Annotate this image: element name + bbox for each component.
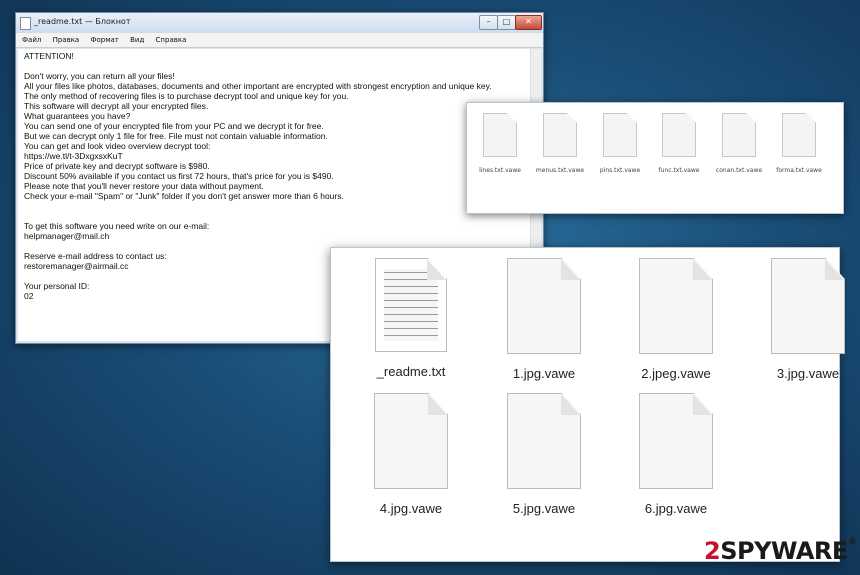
file-item[interactable]: 5.jpg.vawe bbox=[489, 393, 599, 516]
file-item[interactable]: func.txt.vawe bbox=[650, 113, 708, 174]
file-name: 6.jpg.vawe bbox=[644, 501, 708, 516]
text-line: Discount 50% available if you contact us… bbox=[24, 171, 334, 181]
file-item[interactable]: forma.txt.vawe bbox=[770, 113, 828, 174]
text-line: You can get and look video overview decr… bbox=[24, 141, 211, 151]
encrypted-files-panel-large: _readme.txt 1.jpg.vawe 2.jpeg.vawe 3.jpg… bbox=[330, 247, 845, 562]
file-name: forma.txt.vawe bbox=[776, 167, 822, 174]
text-line: You can send one of your encrypted file … bbox=[24, 121, 324, 131]
file-item[interactable]: 3.jpg.vawe bbox=[753, 258, 860, 381]
text-line: Don't worry, you can return all your fil… bbox=[24, 71, 175, 81]
menu-file[interactable]: Файл bbox=[22, 36, 41, 44]
file-name: 3.jpg.vawe bbox=[776, 366, 840, 381]
document-icon bbox=[507, 258, 581, 354]
file-item[interactable]: pins.txt.vawe bbox=[591, 113, 649, 174]
text-line: Check your e-mail "Spam" or "Junk" folde… bbox=[24, 191, 344, 201]
document-icon bbox=[662, 113, 696, 157]
text-line: This software will decrypt all your encr… bbox=[24, 101, 209, 111]
file-item[interactable]: 4.jpg.vawe bbox=[356, 393, 466, 516]
file-item[interactable]: _readme.txt bbox=[356, 258, 466, 379]
file-item[interactable]: menus.txt.vawe bbox=[531, 113, 589, 174]
file-name: pins.txt.vawe bbox=[599, 167, 641, 174]
encrypted-files-panel-small: lines.txt.vawe menus.txt.vawe pins.txt.v… bbox=[466, 102, 844, 214]
menu-view[interactable]: Вид bbox=[130, 36, 144, 44]
file-name: func.txt.vawe bbox=[658, 167, 700, 174]
text-line bbox=[24, 61, 535, 71]
file-name: conan.txt.vawe bbox=[715, 167, 763, 174]
menu-bar: Файл Правка Формат Вид Справка bbox=[16, 33, 543, 48]
document-icon bbox=[639, 393, 713, 489]
document-icon bbox=[374, 393, 448, 489]
file-item[interactable]: conan.txt.vawe bbox=[710, 113, 768, 174]
text-line: https://we.tl/t-3DxgxsxKuT bbox=[24, 151, 123, 161]
registered-mark-icon: ® bbox=[847, 537, 857, 547]
file-item[interactable]: 2.jpeg.vawe bbox=[621, 258, 731, 381]
file-name: menus.txt.vawe bbox=[535, 167, 585, 174]
file-item[interactable]: lines.txt.vawe bbox=[471, 113, 529, 174]
text-line: Please note that you'll never restore yo… bbox=[24, 181, 264, 191]
brand-suffix: E bbox=[831, 537, 848, 565]
menu-help[interactable]: Справка bbox=[156, 36, 187, 44]
text-document-icon bbox=[375, 258, 447, 352]
maximize-button[interactable]: □ bbox=[497, 15, 516, 30]
file-name: 2.jpeg.vawe bbox=[641, 366, 711, 381]
document-icon bbox=[543, 113, 577, 157]
file-name: _readme.txt bbox=[376, 364, 446, 379]
document-icon bbox=[603, 113, 637, 157]
file-item[interactable]: 6.jpg.vawe bbox=[621, 393, 731, 516]
text-line bbox=[24, 211, 535, 221]
text-line: But we can decrypt only 1 file for free.… bbox=[24, 131, 328, 141]
text-line: All your files like photos, databases, d… bbox=[24, 81, 492, 91]
menu-format[interactable]: Формат bbox=[90, 36, 118, 44]
text-line: What guarantees you have? bbox=[24, 111, 131, 121]
text-line bbox=[24, 201, 535, 211]
text-file-icon bbox=[20, 17, 31, 30]
window-title: _readme.txt — Блокнот bbox=[34, 17, 131, 26]
notepad-titlebar[interactable]: _readme.txt — Блокнот – □ ✕ bbox=[16, 13, 543, 33]
minimize-button[interactable]: – bbox=[479, 15, 498, 30]
document-icon bbox=[722, 113, 756, 157]
file-name: 1.jpg.vawe bbox=[512, 366, 576, 381]
brand-prefix: 2 bbox=[704, 537, 721, 565]
brand-watermark: 2SPYWARE® bbox=[704, 537, 857, 565]
document-icon bbox=[639, 258, 713, 354]
text-line: To get this software you need write on o… bbox=[24, 221, 210, 231]
text-line: helpmanager@mail.ch bbox=[24, 231, 110, 241]
file-name: 5.jpg.vawe bbox=[512, 501, 576, 516]
document-icon bbox=[483, 113, 517, 157]
file-name: lines.txt.vawe bbox=[479, 167, 521, 174]
document-icon bbox=[771, 258, 845, 354]
text-line: The only method of recovering files is t… bbox=[24, 91, 349, 101]
document-icon bbox=[507, 393, 581, 489]
close-button[interactable]: ✕ bbox=[515, 15, 542, 30]
menu-edit[interactable]: Правка bbox=[53, 36, 80, 44]
file-item[interactable]: 1.jpg.vawe bbox=[489, 258, 599, 381]
text-line: Price of private key and decrypt softwar… bbox=[24, 161, 210, 171]
document-icon bbox=[782, 113, 816, 157]
file-name: 4.jpg.vawe bbox=[379, 501, 443, 516]
text-line: ATTENTION! bbox=[24, 51, 74, 61]
brand-name: SPYWAR bbox=[720, 537, 832, 565]
